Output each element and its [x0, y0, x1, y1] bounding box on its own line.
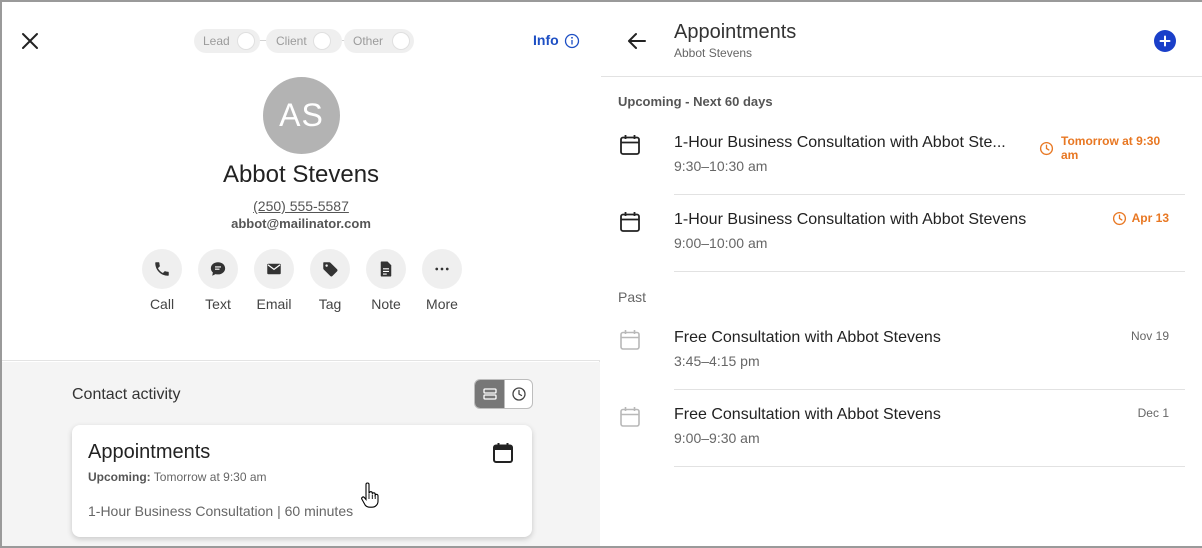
appointments-card[interactable]: Appointments Upcoming: Tomorrow at 9:30 …: [72, 425, 532, 537]
clock-icon: [512, 387, 526, 401]
appointments-card-title: Appointments: [88, 441, 211, 463]
calendar-icon: [620, 135, 640, 155]
upcoming-value: Tomorrow at 9:30 am: [153, 470, 267, 484]
close-icon[interactable]: [18, 29, 42, 53]
note-label: Note: [371, 296, 401, 312]
contact-header: Lead Client Other Info AS Abbot Stevens …: [2, 2, 600, 361]
appointment-date: Nov 19: [1130, 329, 1169, 343]
email-button[interactable]: Email: [254, 249, 294, 312]
appointment-date-line1: Apr 13: [1131, 211, 1169, 225]
text-label: Text: [205, 296, 231, 312]
email-label: Email: [256, 296, 292, 312]
appointments-card-upcoming: Upcoming: Tomorrow at 9:30 am: [88, 470, 267, 484]
appointments-header: Appointments Abbot Stevens: [601, 2, 1202, 77]
appointments-card-detail: 1-Hour Business Consultation | 60 minute…: [88, 503, 354, 519]
info-link[interactable]: Info: [533, 32, 559, 48]
calendar-icon: [620, 212, 640, 232]
contact-activity-section: Contact activity Appointments Upcoming: …: [2, 362, 600, 546]
call-button[interactable]: Call: [142, 249, 182, 312]
stage-other-label: Other: [353, 34, 384, 48]
divider: [674, 466, 1185, 467]
text-button-circle[interactable]: [198, 249, 238, 289]
note-button-circle[interactable]: [366, 249, 406, 289]
contact-phone: (250) 555-5587: [2, 198, 600, 214]
list-view-icon: [482, 388, 497, 400]
calendar-icon: [493, 443, 513, 463]
avatar: AS: [263, 77, 340, 154]
appointment-time: 9:00–10:00 am: [674, 235, 768, 251]
more-button-circle[interactable]: [422, 249, 462, 289]
page-subtitle: Abbot Stevens: [674, 46, 753, 60]
back-arrow-icon[interactable]: [625, 29, 649, 53]
clock-icon: [1039, 141, 1054, 156]
stage-other-radio[interactable]: [392, 32, 410, 50]
stage-lead-label: Lead: [203, 34, 230, 48]
appointment-title: 1-Hour Business Consultation with Abbot …: [674, 211, 1027, 228]
stage-other[interactable]: Other: [344, 29, 414, 53]
hand-cursor-icon: [361, 482, 379, 508]
contact-phone-link[interactable]: (250) 555-5587: [253, 198, 349, 214]
appointment-item[interactable]: Free Consultation with Abbot Stevens 3:4…: [601, 329, 1202, 406]
appointment-date: Dec 1: [1137, 406, 1169, 420]
stage-client[interactable]: Client: [266, 29, 342, 53]
appointment-title: 1-Hour Business Consultation with Abbot …: [674, 134, 1006, 151]
appointment-title: Free Consultation with Abbot Stevens: [674, 329, 941, 346]
appointments-panel: Appointments Abbot Stevens Upcoming - Ne…: [601, 2, 1202, 546]
appointment-item[interactable]: Free Consultation with Abbot Stevens 9:0…: [601, 406, 1202, 483]
tag-icon: [323, 262, 338, 277]
appointment-date: Tomorrow at 9:30 am: [1039, 134, 1169, 162]
clock-icon: [1112, 211, 1126, 226]
tag-button[interactable]: Tag: [310, 249, 350, 312]
stage-client-radio[interactable]: [313, 32, 331, 50]
page-title: Appointments: [674, 21, 797, 43]
appointment-time: 9:00–9:30 am: [674, 430, 760, 446]
appointment-date-line2: am: [1061, 148, 1079, 162]
calendar-icon: [620, 407, 640, 427]
contact-panel: Lead Client Other Info AS Abbot Stevens …: [2, 2, 600, 546]
note-button[interactable]: Note: [366, 249, 406, 312]
appointment-title: Free Consultation with Abbot Stevens: [674, 406, 941, 423]
more-label: More: [426, 296, 458, 312]
timeline-view-toggle[interactable]: [504, 380, 532, 408]
call-label: Call: [149, 296, 175, 312]
divider: [674, 271, 1185, 272]
appointment-item[interactable]: 1-Hour Business Consultation with Abbot …: [601, 211, 1202, 288]
email-button-circle[interactable]: [254, 249, 294, 289]
stage-lead-radio[interactable]: [237, 32, 255, 50]
window-frame: Lead Client Other Info AS Abbot Stevens …: [0, 0, 1202, 548]
mail-icon: [267, 263, 281, 275]
appointment-time: 3:45–4:15 pm: [674, 353, 760, 369]
appointment-date: Apr 13: [1112, 211, 1169, 226]
stage-client-label: Client: [276, 34, 307, 48]
contact-name: Abbot Stevens: [222, 161, 380, 188]
divider: [674, 194, 1185, 195]
tag-button-circle[interactable]: [310, 249, 350, 289]
tag-label: Tag: [318, 296, 342, 312]
calendar-icon: [620, 330, 640, 350]
past-section-label: Past: [618, 289, 647, 305]
stage-lead[interactable]: Lead: [194, 29, 260, 53]
appointment-time: 9:30–10:30 am: [674, 158, 768, 174]
list-view-toggle[interactable]: [475, 380, 504, 408]
appointment-item[interactable]: 1-Hour Business Consultation with Abbot …: [601, 134, 1202, 211]
add-appointment-button[interactable]: [1154, 30, 1176, 52]
more-button[interactable]: More: [422, 249, 462, 312]
lifecycle-stage-selector: Lead Client Other: [194, 29, 414, 53]
more-icon: [435, 267, 449, 271]
plus-icon: [1159, 35, 1171, 47]
contact-email: abbot@mailinator.com: [231, 216, 371, 231]
upcoming-label: Upcoming:: [88, 470, 151, 484]
appointment-date-line1: Tomorrow at 9:30: [1061, 134, 1161, 148]
text-button[interactable]: Text: [198, 249, 238, 312]
divider: [674, 389, 1185, 390]
upcoming-section-label: Upcoming - Next 60 days: [618, 94, 773, 109]
info-icon[interactable]: [564, 33, 580, 49]
chat-icon: [210, 262, 226, 276]
contact-activity-title: Contact activity: [72, 386, 181, 403]
phone-icon: [155, 262, 169, 276]
activity-view-toggle: [474, 379, 533, 409]
note-icon: [380, 261, 392, 277]
call-button-circle[interactable]: [142, 249, 182, 289]
